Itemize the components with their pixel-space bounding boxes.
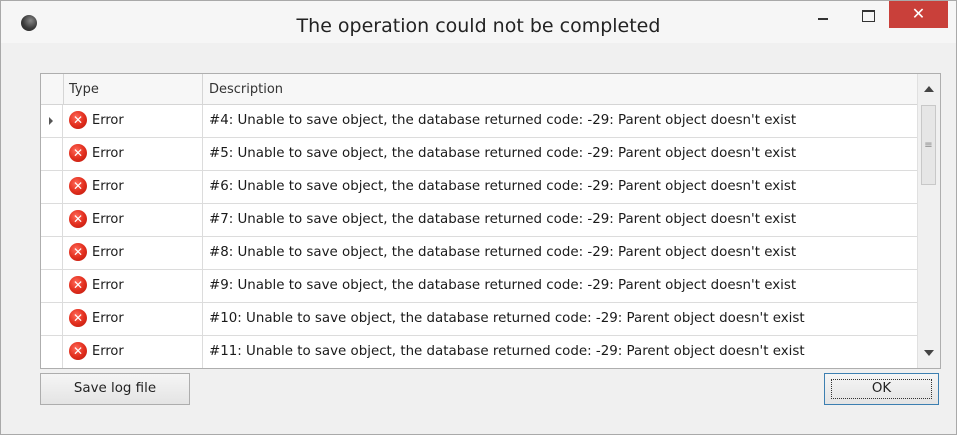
save-log-file-button[interactable]: Save log file — [40, 373, 190, 405]
table-row[interactable]: ✕ Error #10: Unable to save object, the da… — [41, 303, 917, 336]
row-indicator[interactable] — [41, 138, 63, 170]
row-indicator[interactable] — [41, 336, 63, 368]
description-cell[interactable]: #9: Unable to save object, the database … — [203, 270, 917, 302]
description-cell[interactable]: #4: Unable to save object, the database … — [203, 105, 917, 137]
row-indicator[interactable] — [41, 303, 63, 335]
error-icon: ✕ — [69, 111, 87, 129]
type-label: Error — [92, 344, 124, 359]
type-label: Error — [92, 278, 124, 293]
error-dialog: The operation could not be completed ✕ T… — [0, 0, 957, 435]
table-row[interactable]: ✕ Error #11: Unable to save object, the da… — [41, 336, 917, 368]
description-cell[interactable]: #11: Unable to save object, the database… — [203, 336, 917, 368]
grid-rows: ✕ Error #4: Unable to save object, the dat… — [41, 105, 917, 368]
type-cell[interactable]: ✕ Error — [63, 138, 203, 170]
row-indicator[interactable] — [41, 204, 63, 236]
column-header-description[interactable]: Description — [203, 74, 917, 104]
error-log-grid[interactable]: Type Description ✕ Error #4: Unable to sav… — [40, 73, 941, 369]
scroll-up-arrow-icon[interactable] — [924, 86, 934, 92]
table-row[interactable]: ✕ Error #7: Unable to save object, the dat… — [41, 204, 917, 237]
error-icon: ✕ — [69, 144, 87, 162]
type-cell[interactable]: ✕ Error — [63, 105, 203, 137]
minimize-button[interactable] — [806, 1, 840, 29]
description-cell[interactable]: #6: Unable to save object, the database … — [203, 171, 917, 203]
column-header-type[interactable]: Type — [63, 74, 203, 104]
row-indicator[interactable] — [41, 171, 63, 203]
ok-button[interactable]: OK — [824, 373, 939, 405]
type-cell[interactable]: ✕ Error — [63, 204, 203, 236]
table-row[interactable]: ✕ Error #4: Unable to save object, the dat… — [41, 105, 917, 138]
error-icon: ✕ — [69, 177, 87, 195]
grid-header: Type Description — [41, 74, 917, 105]
error-icon: ✕ — [69, 309, 87, 327]
current-row-arrow-icon — [49, 117, 53, 125]
row-indicator[interactable] — [41, 270, 63, 302]
scroll-thumb[interactable]: ≡ — [921, 105, 936, 185]
error-icon: ✕ — [69, 243, 87, 261]
table-row[interactable]: ✕ Error #5: Unable to save object, the dat… — [41, 138, 917, 171]
title-bar[interactable]: The operation could not be completed ✕ — [1, 1, 956, 43]
description-cell[interactable]: #5: Unable to save object, the database … — [203, 138, 917, 170]
type-label: Error — [92, 179, 124, 194]
vertical-scrollbar[interactable]: ≡ — [917, 74, 940, 368]
type-label: Error — [92, 311, 124, 326]
type-label: Error — [92, 146, 124, 161]
type-cell[interactable]: ✕ Error — [63, 270, 203, 302]
close-button[interactable]: ✕ — [889, 1, 948, 28]
scroll-down-arrow-icon[interactable] — [924, 350, 934, 356]
table-row[interactable]: ✕ Error #6: Unable to save object, the dat… — [41, 171, 917, 204]
table-row[interactable]: ✕ Error #8: Unable to save object, the dat… — [41, 237, 917, 270]
type-label: Error — [92, 113, 124, 128]
ok-button-label: OK — [830, 379, 933, 399]
type-label: Error — [92, 212, 124, 227]
row-indicator[interactable] — [41, 105, 63, 137]
error-icon: ✕ — [69, 276, 87, 294]
row-indicator-header — [41, 74, 64, 104]
type-cell[interactable]: ✕ Error — [63, 303, 203, 335]
description-cell[interactable]: #10: Unable to save object, the database… — [203, 303, 917, 335]
description-cell[interactable]: #7: Unable to save object, the database … — [203, 204, 917, 236]
maximize-button[interactable] — [851, 1, 885, 29]
type-cell[interactable]: ✕ Error — [63, 336, 203, 368]
type-label: Error — [92, 245, 124, 260]
error-icon: ✕ — [69, 342, 87, 360]
row-indicator[interactable] — [41, 237, 63, 269]
description-cell[interactable]: #8: Unable to save object, the database … — [203, 237, 917, 269]
type-cell[interactable]: ✕ Error — [63, 237, 203, 269]
error-icon: ✕ — [69, 210, 87, 228]
type-cell[interactable]: ✕ Error — [63, 171, 203, 203]
table-row[interactable]: ✕ Error #9: Unable to save object, the dat… — [41, 270, 917, 303]
